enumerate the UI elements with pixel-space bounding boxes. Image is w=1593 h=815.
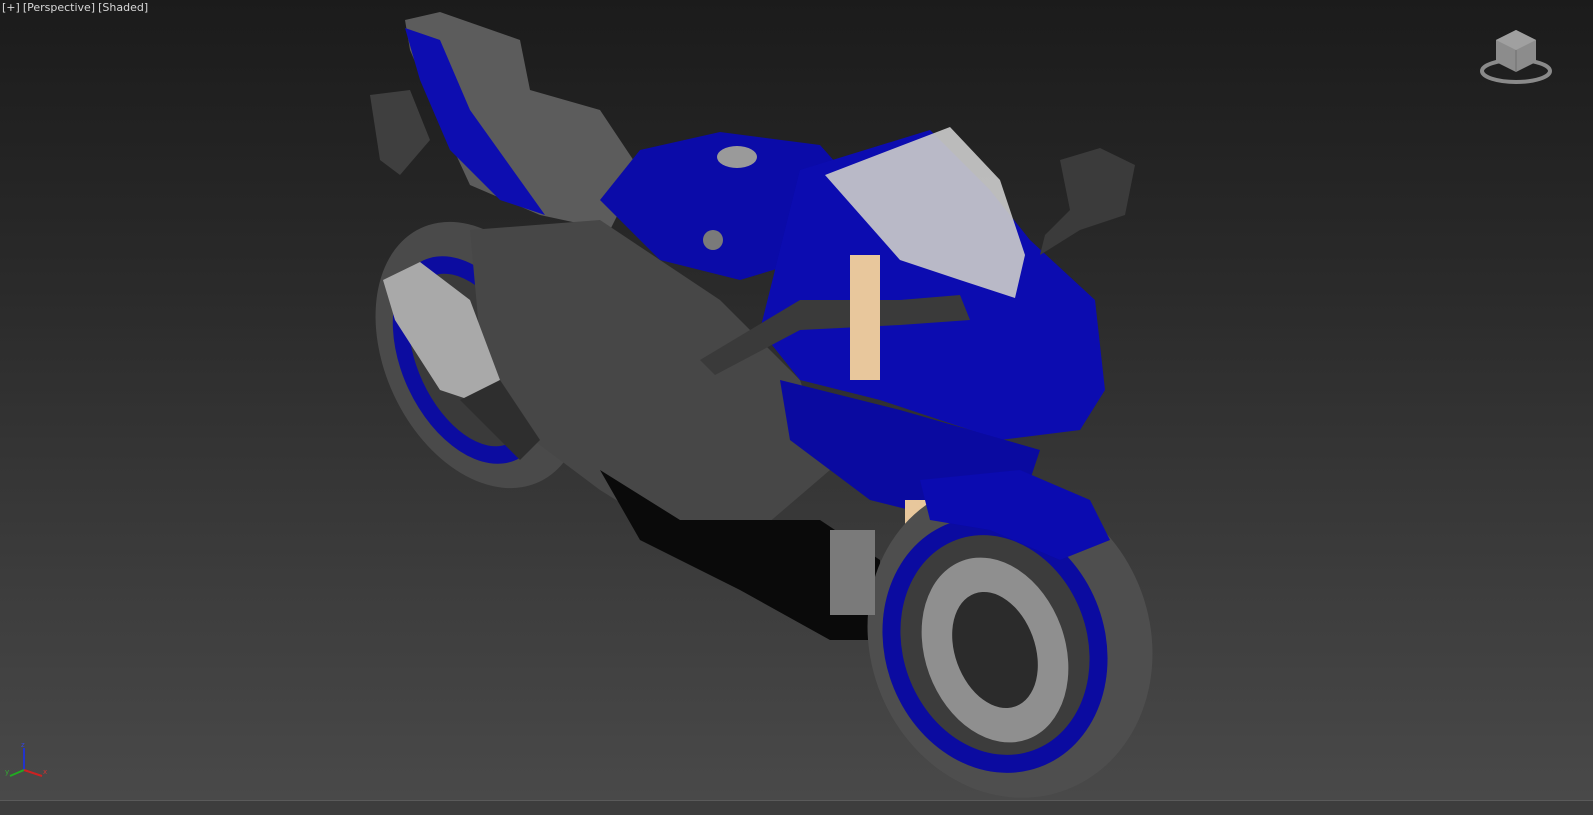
tank-logo: [703, 230, 723, 250]
radiator: [830, 530, 875, 615]
3d-viewport[interactable]: [+] [Perspective] [Shaded] z y x: [0, 0, 1593, 815]
axis-y-label: y: [5, 768, 9, 776]
license-bracket: [370, 90, 430, 175]
fork-left: [850, 255, 880, 380]
axis-z-label: z: [21, 741, 25, 749]
viewport-bottom-edge: [0, 800, 1593, 815]
right-mirror: [1040, 148, 1135, 255]
motorcycle-model[interactable]: [0, 0, 1593, 814]
viewcube-icon[interactable]: [1478, 26, 1554, 88]
axis-x-label: x: [43, 768, 47, 776]
fuel-cap: [717, 146, 757, 168]
axis-gizmo-icon: z y x: [5, 741, 47, 777]
